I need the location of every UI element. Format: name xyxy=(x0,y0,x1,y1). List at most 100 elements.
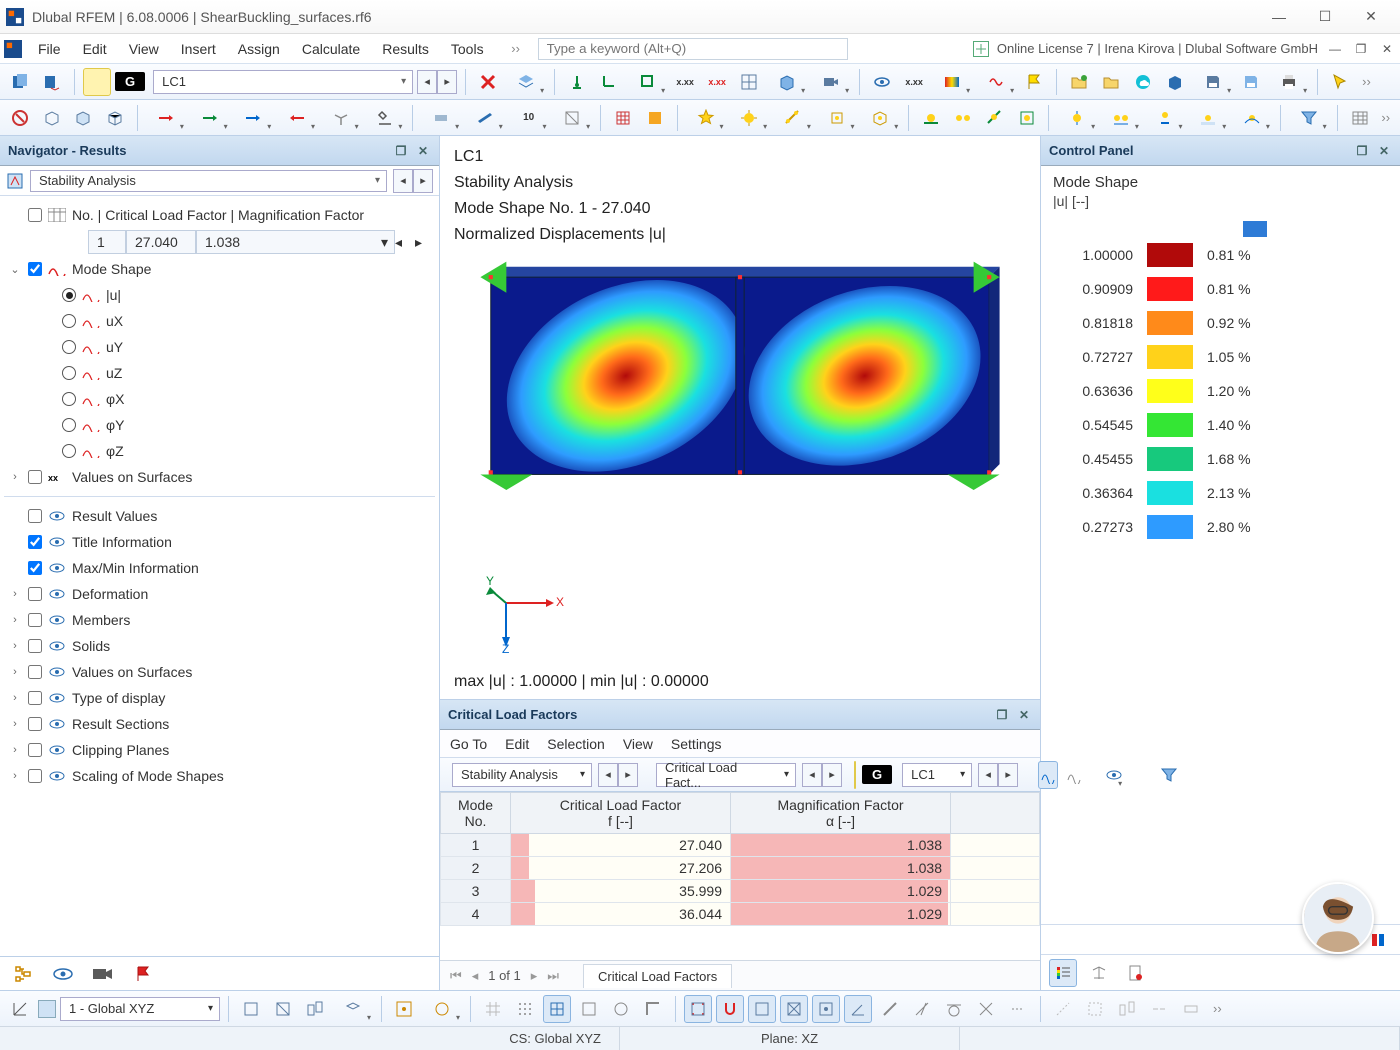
window-close-button[interactable]: ✕ xyxy=(1348,0,1394,34)
rp-filter[interactable] xyxy=(1159,761,1179,789)
tb2-star-5[interactable]: ▾ xyxy=(861,104,901,132)
rp-table-next[interactable]: ▸ xyxy=(822,763,842,787)
tb1-icon-xxx-1[interactable]: x.xx xyxy=(671,68,699,96)
tb1-icon-block[interactable] xyxy=(1161,68,1189,96)
bt-snap-line[interactable] xyxy=(876,995,904,1023)
mode-radio-6[interactable] xyxy=(62,444,76,458)
rp-menu-settings[interactable]: Settings xyxy=(671,736,722,752)
rp-table-combo[interactable]: Critical Load Fact...▾ xyxy=(656,763,796,787)
bt-snap-mid[interactable] xyxy=(780,995,808,1023)
tb1-icon-cam[interactable]: ▾ xyxy=(811,68,851,96)
rp-tool-eye[interactable]: ▾ xyxy=(1104,761,1124,789)
bt-b6[interactable]: ▾ xyxy=(422,995,462,1023)
rp-type-combo[interactable]: Stability Analysis▾ xyxy=(452,763,592,787)
bt-snap-perp[interactable] xyxy=(908,995,936,1023)
bt-grid4[interactable] xyxy=(575,995,603,1023)
navigator-close-button[interactable]: ✕ xyxy=(415,143,431,159)
grp-check-7[interactable] xyxy=(28,769,42,783)
pager-last[interactable]: ⏭ xyxy=(547,968,559,984)
menu-insert[interactable]: Insert xyxy=(171,37,226,61)
tb2-cube-3[interactable] xyxy=(101,104,129,132)
bt-axes[interactable] xyxy=(6,995,34,1023)
mode-radio-2[interactable] xyxy=(62,340,76,354)
tb2-gen-2[interactable]: ▾ xyxy=(1101,104,1141,132)
pager-first[interactable]: ⏮ xyxy=(450,968,462,984)
tb2-axis-neg-x[interactable]: ▾ xyxy=(277,104,317,132)
pager-tab[interactable]: Critical Load Factors xyxy=(583,964,732,988)
nav-bottom-cam-icon[interactable] xyxy=(88,961,118,987)
grp-check-1[interactable] xyxy=(28,613,42,627)
mdi-restore-button[interactable]: ❐ xyxy=(1352,40,1370,58)
tb1-icon-box[interactable]: ▾ xyxy=(767,68,807,96)
grp-check-6[interactable] xyxy=(28,743,42,757)
bt-swatch[interactable] xyxy=(38,1000,56,1018)
tb1-icon-grid[interactable] xyxy=(735,68,763,96)
bt-guide-5[interactable] xyxy=(1177,995,1205,1023)
table-row[interactable]: 3 35.999 1.029 xyxy=(441,880,1040,903)
window-maximize-button[interactable]: ☐ xyxy=(1302,0,1348,34)
nav-bottom-flag-icon[interactable] xyxy=(128,961,158,987)
tree-expand-values[interactable]: › xyxy=(8,471,22,483)
tb1-icon-eye[interactable] xyxy=(868,68,896,96)
bt-snap-end[interactable] xyxy=(748,995,776,1023)
rp-table-prev[interactable]: ◂ xyxy=(802,763,822,787)
tb2-solid[interactable] xyxy=(641,104,669,132)
menu-edit[interactable]: Edit xyxy=(73,37,117,61)
grp-expand-4[interactable]: › xyxy=(8,692,22,704)
tb1-icon-support-3[interactable]: ▾ xyxy=(627,68,667,96)
tb2-cancel[interactable] xyxy=(6,104,34,132)
tb2-microscope[interactable]: ▾ xyxy=(365,104,405,132)
grp-check-4[interactable] xyxy=(28,691,42,705)
opt-titleinfo-check[interactable] xyxy=(28,535,42,549)
bt-grid1[interactable] xyxy=(479,995,507,1023)
bt-b4[interactable]: ▾ xyxy=(333,995,373,1023)
mode-radio-3[interactable] xyxy=(62,366,76,380)
bt-b3[interactable] xyxy=(301,995,329,1023)
tb2-star-3[interactable]: ▾ xyxy=(773,104,813,132)
rp-menu-goto[interactable]: Go To xyxy=(450,736,487,752)
bt-overflow[interactable]: ›› xyxy=(1209,1001,1226,1016)
tree-clf-no[interactable]: 1 xyxy=(88,230,126,254)
loadcase-combo[interactable]: LC1▾ xyxy=(153,70,413,94)
tb2-table[interactable] xyxy=(1346,104,1374,132)
tb2-cube-1[interactable] xyxy=(38,104,66,132)
tb1-icon-xxx-2[interactable]: x.xx xyxy=(703,68,731,96)
tb1-btn-1[interactable] xyxy=(6,68,34,96)
loadcase-next-button[interactable]: ▸ xyxy=(437,70,457,94)
bt-grid3[interactable] xyxy=(543,995,571,1023)
tb2-star-9[interactable] xyxy=(1013,104,1041,132)
tb1-icon-label[interactable]: x.xx xyxy=(900,68,928,96)
tb2-star-2[interactable]: ▾ xyxy=(729,104,769,132)
grp-check-0[interactable] xyxy=(28,587,42,601)
bt-snap-ext[interactable] xyxy=(1004,995,1032,1023)
tb2-cube-2[interactable] xyxy=(70,104,98,132)
bt-grid5[interactable] xyxy=(607,995,635,1023)
menu-file[interactable]: File xyxy=(28,37,71,61)
tree-clf-prev[interactable]: ◂ xyxy=(395,234,415,251)
control-panel-undock[interactable]: ❐ xyxy=(1354,143,1370,159)
opt-maxmin-check[interactable] xyxy=(28,561,42,575)
table-row[interactable]: 1 27.040 1.038 xyxy=(441,834,1040,857)
opt-resultvalues-check[interactable] xyxy=(28,509,42,523)
rp-lc-combo[interactable]: LC1▾ xyxy=(902,763,972,787)
tb1-icon-save[interactable]: ▾ xyxy=(1193,68,1233,96)
tb2-dim[interactable]: 10▾ xyxy=(509,104,549,132)
navigator-type-prev[interactable]: ◂ xyxy=(393,169,413,193)
menu-view[interactable]: View xyxy=(119,37,169,61)
grp-expand-7[interactable]: › xyxy=(8,770,22,782)
bt-snap-int[interactable] xyxy=(972,995,1000,1023)
tb2-star-8[interactable] xyxy=(981,104,1009,132)
mdi-close-button[interactable]: ✕ xyxy=(1378,40,1396,58)
bt-snap-center[interactable] xyxy=(812,995,840,1023)
bt-guide-2[interactable] xyxy=(1081,995,1109,1023)
bt-b1[interactable] xyxy=(237,995,265,1023)
tb2-axis-y[interactable]: ▾ xyxy=(190,104,230,132)
cp-tab-colors[interactable] xyxy=(1049,959,1077,987)
loadcase-prev-button[interactable]: ◂ xyxy=(417,70,437,94)
tb1-btn-2[interactable] xyxy=(38,68,66,96)
tb1-icon-select[interactable] xyxy=(1326,68,1354,96)
rp-type-prev[interactable]: ◂ xyxy=(598,763,618,787)
tb2-star-1[interactable]: ▾ xyxy=(686,104,726,132)
tb2-star-4[interactable]: ▾ xyxy=(817,104,857,132)
tb2-axis-iso[interactable]: ▾ xyxy=(321,104,361,132)
